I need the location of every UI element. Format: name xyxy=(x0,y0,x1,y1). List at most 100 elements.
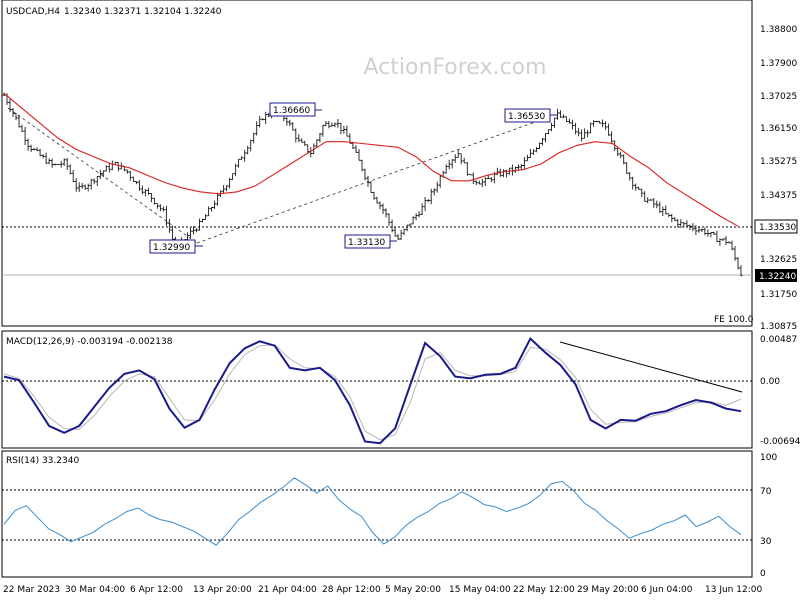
swing-label-1-36660: 1.36660 xyxy=(273,106,310,116)
price-bar xyxy=(583,128,587,139)
price-bar xyxy=(474,180,478,185)
xtick-label: 30 Mar 04:00 xyxy=(65,585,125,595)
price-bar xyxy=(510,164,514,176)
price-bar xyxy=(158,204,162,212)
price-bar xyxy=(736,257,740,270)
price-bar xyxy=(459,153,463,165)
price-bar xyxy=(255,121,259,136)
price-bar xyxy=(676,218,680,228)
price-bar xyxy=(50,158,54,168)
price-bar xyxy=(628,172,632,181)
price-ytick-label: 1.37900 xyxy=(760,59,797,69)
price-bar xyxy=(297,134,301,143)
price-bar xyxy=(402,228,406,236)
price-bar xyxy=(291,122,295,131)
price-bar xyxy=(420,203,424,216)
price-bar xyxy=(483,177,487,186)
level-label-1-33530: 1.33530 xyxy=(759,223,796,233)
price-bar xyxy=(447,159,451,170)
price-bar xyxy=(706,229,710,237)
price-bar xyxy=(625,162,629,174)
price-bar xyxy=(661,206,665,216)
price-bar xyxy=(381,203,385,214)
price-ytick-label: 1.35275 xyxy=(760,157,797,167)
price-bar xyxy=(321,124,325,137)
price-bar xyxy=(216,192,220,206)
price-bar xyxy=(258,115,262,128)
xtick-label: 21 Apr 04:00 xyxy=(258,585,317,595)
xtick-label: 13 Apr 20:00 xyxy=(193,585,252,595)
rsi-ytick-label: 70 xyxy=(760,487,772,497)
price-bar xyxy=(562,114,565,119)
price-bar xyxy=(125,169,129,174)
price-bar xyxy=(167,219,171,233)
price-bar xyxy=(210,206,214,212)
price-bar xyxy=(724,236,728,245)
price-bar xyxy=(426,199,430,203)
price-bar xyxy=(501,169,505,178)
price-bar xyxy=(390,219,394,233)
price-bar xyxy=(333,122,337,128)
macd-panel-frame xyxy=(1,330,753,449)
price-bar xyxy=(453,154,457,163)
price-bar xyxy=(161,206,165,212)
xtick-label: 22 Mar 2023 xyxy=(3,585,60,595)
price-bar xyxy=(450,159,454,169)
price-bar xyxy=(324,121,328,127)
price-ytick-label: 1.32625 xyxy=(760,255,797,265)
price-bar xyxy=(547,129,550,135)
price-bar xyxy=(198,218,201,231)
rsi-ytick-label: 30 xyxy=(760,537,772,547)
price-bar xyxy=(610,131,614,145)
price-bar xyxy=(574,122,578,135)
price-bar xyxy=(201,218,204,223)
price-bar xyxy=(8,98,12,113)
price-bar xyxy=(104,165,108,172)
price-bar xyxy=(137,180,141,191)
price-bar xyxy=(643,191,647,202)
price-bar xyxy=(240,156,244,160)
price-bar xyxy=(26,138,30,151)
price-bar xyxy=(146,187,150,195)
price-bar xyxy=(71,169,75,182)
price-bar xyxy=(730,240,734,251)
price-bar xyxy=(252,132,256,144)
xtick-label: 6 Jun 04:00 xyxy=(641,585,693,595)
price-bar xyxy=(715,230,719,242)
price-bar xyxy=(685,220,689,228)
price-bar xyxy=(246,145,250,155)
price-bar xyxy=(709,232,713,238)
price-ytick-label: 1.34375 xyxy=(760,191,797,201)
macd-ytick-label: 0.00 xyxy=(760,377,780,387)
price-symbol-title: USDCAD,H4 xyxy=(6,7,60,17)
price-bar xyxy=(601,119,605,128)
price-bar xyxy=(703,227,707,236)
price-bar xyxy=(47,158,51,165)
price-bar xyxy=(525,154,529,162)
price-bar xyxy=(429,188,433,205)
price-ytick-label: 1.36150 xyxy=(760,124,797,134)
price-bar xyxy=(56,163,60,166)
price-bar xyxy=(534,146,538,153)
price-bar xyxy=(655,200,659,209)
rsi-ytick-label: 100 xyxy=(760,453,777,463)
price-bar xyxy=(234,163,238,177)
price-bar xyxy=(571,119,574,130)
macd-signal-line xyxy=(3,344,742,441)
price-bar xyxy=(62,158,66,166)
price-bar xyxy=(131,176,135,182)
price-bar xyxy=(622,154,626,165)
price-bar xyxy=(595,120,599,123)
xtick-label: 5 May 20:00 xyxy=(385,585,441,595)
price-bar xyxy=(733,246,737,261)
price-bar xyxy=(357,149,361,161)
price-bar xyxy=(89,178,93,190)
price-bar xyxy=(32,148,36,151)
rsi-title: RSI(14) 33.2340 xyxy=(6,456,79,466)
price-bar xyxy=(300,138,304,143)
price-bar xyxy=(80,183,84,189)
price-bar xyxy=(718,238,722,246)
price-bar xyxy=(86,183,90,192)
xtick-label: 29 May 20:00 xyxy=(577,585,639,595)
price-bar xyxy=(101,170,105,178)
